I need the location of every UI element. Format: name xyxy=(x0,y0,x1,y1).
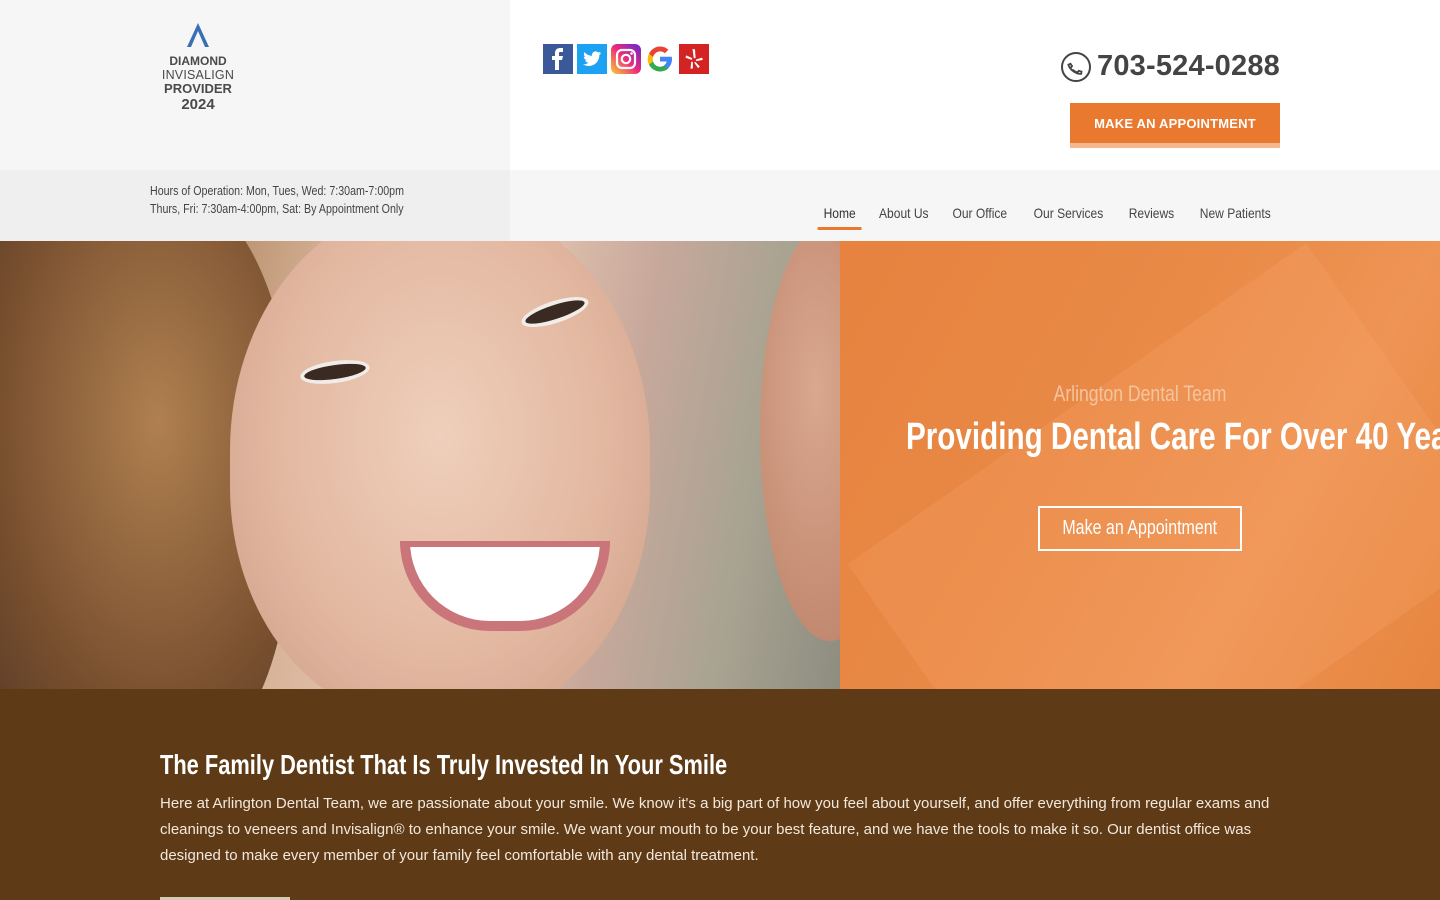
nav-item-our-office[interactable]: Our Office xyxy=(947,205,1014,230)
nav-item-new-patients[interactable]: New Patients xyxy=(1193,205,1276,230)
badge-line-invisalign: INVISALIGN xyxy=(161,68,235,82)
invisalign-badge[interactable]: DIAMOND INVISALIGN PROVIDER 2024 xyxy=(150,22,246,114)
phone-icon xyxy=(1061,51,1091,82)
invisalign-a-icon xyxy=(187,23,209,47)
facebook-icon[interactable] xyxy=(543,44,573,74)
nav-item-about-us[interactable]: About Us xyxy=(873,205,935,230)
twitter-icon[interactable] xyxy=(577,44,607,74)
badge-year: 2024 xyxy=(181,96,215,113)
site-header: DIAMOND INVISALIGN PROVIDER 2024 703-524… xyxy=(0,0,1440,170)
instagram-icon[interactable] xyxy=(611,44,641,74)
intro-title: The Family Dentist That Is Truly Investe… xyxy=(160,749,728,780)
make-appointment-button[interactable]: MAKE AN APPOINTMENT xyxy=(1070,103,1280,148)
main-nav: Home About Us Our Office Our Services Re… xyxy=(812,205,1283,230)
hero-banner: Arlington Dental Team Providing Dental C… xyxy=(0,241,1440,689)
phone-number[interactable]: 703-524-0288 xyxy=(1097,50,1280,83)
nav-item-our-services[interactable]: Our Services xyxy=(1027,205,1109,230)
hours-of-operation: Hours of Operation: Mon, Tues, Wed: 7:30… xyxy=(150,182,494,218)
yelp-icon[interactable] xyxy=(679,44,709,74)
next-heading-cutoff xyxy=(160,889,300,900)
nav-item-reviews[interactable]: Reviews xyxy=(1122,205,1180,230)
hours-line-1: Hours of Operation: Mon, Tues, Wed: 7:30… xyxy=(150,183,404,198)
google-icon[interactable] xyxy=(645,44,675,74)
hours-line-2: Thurs, Fri: 7:30am-4:00pm, Sat: By Appoi… xyxy=(150,201,404,216)
phone-link[interactable]: 703-524-0288 xyxy=(1061,50,1280,83)
hero-photo-smiling-woman xyxy=(0,241,900,689)
intro-text: Here at Arlington Dental Team, we are pa… xyxy=(160,795,1270,864)
badge-line-provider: PROVIDER xyxy=(164,81,232,96)
hero-make-appointment-button[interactable]: Make an Appointment xyxy=(1038,506,1242,551)
badge-line-diamond: DIAMOND xyxy=(169,54,227,68)
nav-item-home[interactable]: Home xyxy=(817,205,862,230)
intro-section: The Family Dentist That Is Truly Investe… xyxy=(0,689,1440,900)
hero-subtitle: Arlington Dental Team xyxy=(1053,381,1227,406)
hero-title: Providing Dental Care For Over 40 Years xyxy=(906,416,1440,458)
hero-button-label: Make an Appointment xyxy=(1062,517,1218,539)
logo-panel xyxy=(0,0,510,170)
social-links xyxy=(543,44,709,74)
